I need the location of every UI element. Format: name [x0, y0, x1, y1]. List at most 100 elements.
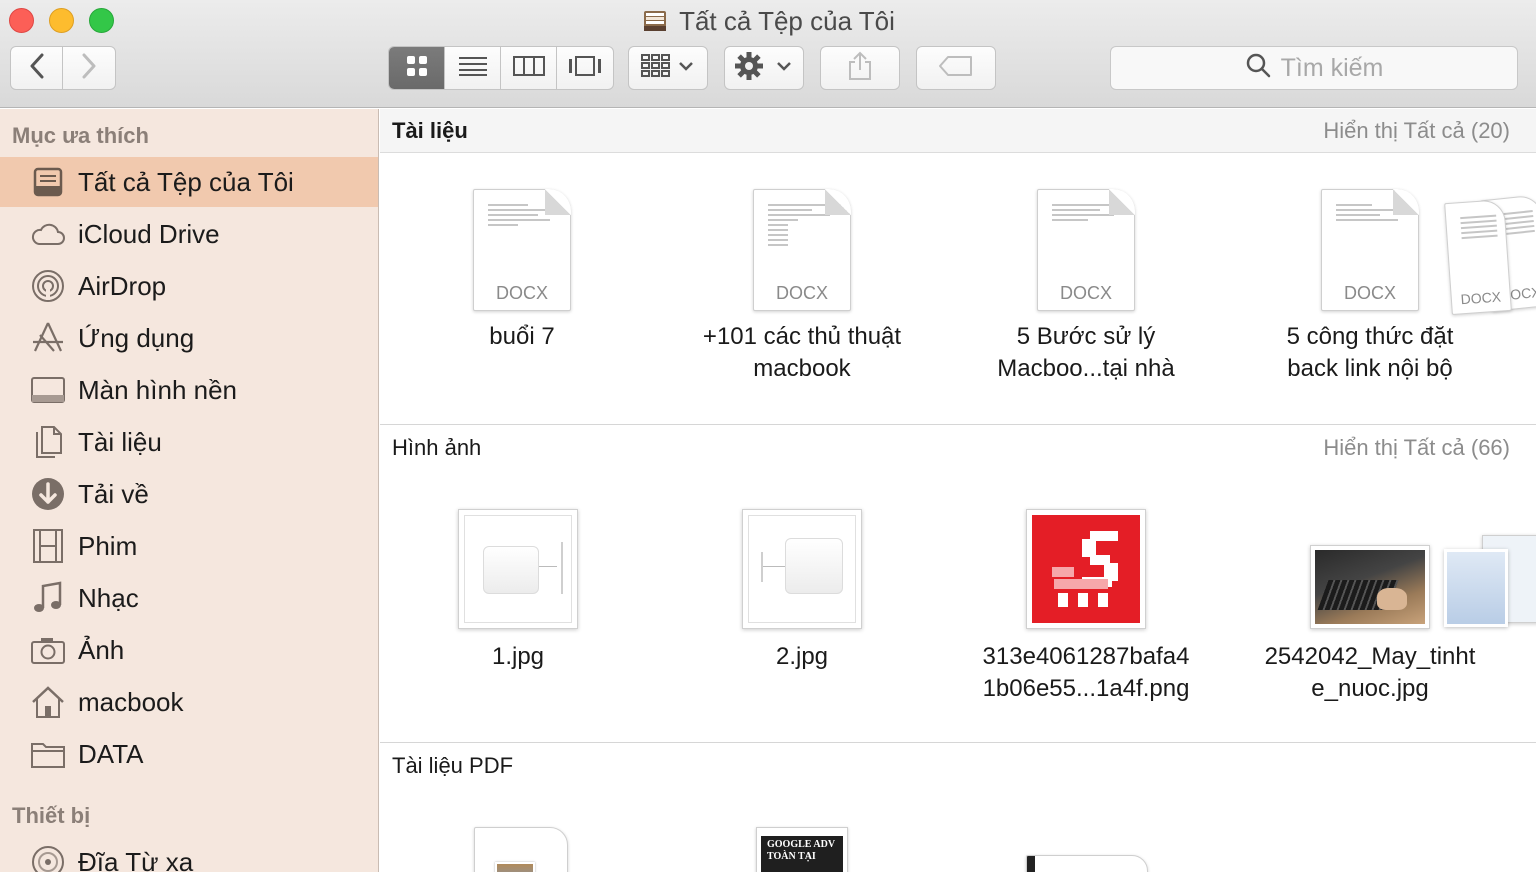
- sidebar-item-desktop[interactable]: Màn hình nền: [0, 365, 378, 415]
- airdrop-icon: [30, 268, 66, 304]
- image-thumbnail: [1026, 509, 1146, 629]
- list-view-button[interactable]: [445, 47, 501, 89]
- downloads-icon: [30, 476, 66, 512]
- file-name: +101 các thủ thuật macbook: [702, 323, 902, 382]
- file-name: 5 Bước sử lý Macboo...tại nhà: [997, 323, 1175, 382]
- file-name: 2.jpg: [775, 643, 829, 670]
- docx-file-icon: DOCX: [753, 189, 851, 311]
- sidebar-item-label: Đĩa Từ xa: [78, 846, 194, 872]
- group-title: Hình ảnh: [392, 435, 482, 460]
- file-item[interactable]: 1.jpg: [380, 509, 658, 673]
- group-header-documents: Tài liệu Hiển thị Tất cả (20): [380, 109, 1536, 153]
- sidebar-item-data[interactable]: DATA: [0, 729, 378, 779]
- titlebar: Tất cả Tệp của Tôi Tìm kiếm: [0, 0, 1536, 108]
- image-thumbnail: [1444, 549, 1508, 627]
- pdf-thumbnail: [1027, 856, 1035, 872]
- sidebar-item-photos[interactable]: Ảnh: [0, 625, 378, 675]
- gear-icon: [734, 51, 794, 86]
- all-my-files-icon: [30, 164, 66, 200]
- sidebar-item-label: macbook: [78, 686, 184, 717]
- tag-icon: [938, 55, 974, 82]
- arrange-button[interactable]: [628, 46, 708, 90]
- icon-view-icon: [405, 54, 429, 83]
- file-item[interactable]: DOCX 5 Bước sử lý Macboo...tại nhà: [946, 189, 1226, 385]
- sidebar-item-all-my-files[interactable]: Tất cả Tệp của Tôi: [0, 157, 378, 207]
- group-title: Tài liệu: [392, 117, 468, 143]
- sidebar-item-airdrop[interactable]: AirDrop: [0, 261, 378, 311]
- tags-button[interactable]: [916, 46, 996, 90]
- share-button[interactable]: [820, 46, 900, 90]
- remote-disc-icon: [30, 844, 66, 872]
- sidebar-item-icloud-drive[interactable]: iCloud Drive: [0, 209, 378, 259]
- window-title-text: Tất cả Tệp của Tôi: [679, 5, 895, 36]
- sidebar-item-label: Ứng dụng: [78, 322, 195, 353]
- folder-icon: [30, 736, 66, 772]
- sidebar-item-documents[interactable]: Tài liệu: [0, 417, 378, 467]
- pdf-thumbnail-text: GOOGLE ADV TOÀN TẠI: [761, 836, 843, 872]
- back-button[interactable]: [10, 46, 63, 90]
- share-icon: [847, 51, 873, 86]
- sidebar-item-label: iCloud Drive: [78, 218, 220, 249]
- sidebar-item-label: Tải về: [78, 478, 149, 509]
- sidebar: Mục ưa thích Tất cả Tệp của Tôi iCloud D…: [0, 109, 379, 872]
- image-thumbnail: [742, 509, 862, 629]
- all-my-files-icon: [641, 7, 669, 35]
- camera-icon: [30, 632, 66, 668]
- music-icon: [30, 580, 66, 616]
- icon-view-button[interactable]: [389, 47, 445, 89]
- show-all-link[interactable]: Hiển thị Tất cả (66): [1323, 435, 1510, 461]
- sidebar-item-label: Tất cả Tệp của Tôi: [78, 166, 294, 197]
- sidebar-item-label: Nhạc: [78, 582, 139, 613]
- group-divider: [380, 424, 1536, 425]
- group-divider: [380, 742, 1536, 743]
- sidebar-item-label: Màn hình nền: [78, 374, 238, 405]
- movies-icon: [30, 528, 66, 564]
- sidebar-item-movies[interactable]: Phim: [0, 521, 378, 571]
- devices-header: Thiết bị: [12, 803, 91, 828]
- file-item[interactable]: DOCX buổi 7: [382, 189, 662, 353]
- show-all-link[interactable]: Hiển thị Tất cả (20): [1323, 118, 1510, 144]
- view-mode-control: [388, 46, 614, 90]
- column-view-button[interactable]: [501, 47, 557, 89]
- search-field[interactable]: Tìm kiếm: [1110, 46, 1518, 90]
- docx-file-icon: DOCX: [1037, 189, 1135, 311]
- file-name: 5 công thức đặt back link nội bộ: [1286, 323, 1454, 382]
- forward-button[interactable]: [62, 46, 116, 90]
- sidebar-item-applications[interactable]: Ứng dụng: [0, 313, 378, 363]
- favorites-header: Mục ưa thích: [12, 123, 149, 148]
- file-item[interactable]: 313e4061287bafa4 1b06e55...1a4f.png: [946, 509, 1226, 705]
- cloud-icon: [30, 216, 66, 252]
- desktop-icon: [30, 372, 66, 408]
- column-view-icon: [512, 55, 545, 82]
- search-icon: [1245, 52, 1271, 85]
- chevron-left-icon: [28, 53, 46, 84]
- finder-window: Tất cả Tệp của Tôi Tìm kiếm Mục ưa thích…: [0, 0, 1536, 872]
- applications-icon: [30, 320, 66, 356]
- docx-file-icon: DOCX: [1321, 189, 1419, 311]
- pdf-file-item[interactable]: GOOGLE ADV TOÀN TẠI: [756, 827, 848, 872]
- home-icon: [30, 684, 66, 720]
- group-title: Tài liệu PDF: [392, 753, 514, 778]
- file-name: buổi 7: [489, 323, 555, 350]
- sidebar-item-label: DATA: [78, 738, 144, 769]
- file-name: 2542042_May_tinht e_nuoc.jpg: [1264, 643, 1476, 702]
- pdf-file-item[interactable]: [1026, 855, 1148, 872]
- file-name: 1.jpg: [491, 643, 545, 670]
- action-button[interactable]: [724, 46, 804, 90]
- sidebar-item-label: Ảnh: [78, 634, 125, 665]
- pdf-thumbnail: [495, 862, 535, 872]
- sidebar-item-music[interactable]: Nhạc: [0, 573, 378, 623]
- file-browser: Tài liệu Hiển thị Tất cả (20) DOCX buổi …: [380, 109, 1536, 872]
- sidebar-item-remote-disc[interactable]: Đĩa Từ xa: [0, 837, 378, 872]
- sidebar-item-macbook[interactable]: macbook: [0, 677, 378, 727]
- sidebar-item-downloads[interactable]: Tải về: [0, 469, 378, 519]
- more-images-stack[interactable]: [1442, 535, 1536, 635]
- file-item[interactable]: 2.jpg: [662, 509, 942, 673]
- group-header-images: Hình ảnh Hiển thị Tất cả (66): [380, 426, 1536, 470]
- cover-flow-view-button[interactable]: [557, 47, 613, 89]
- more-documents-stack[interactable]: DOCX DOCX: [1444, 194, 1536, 327]
- pdf-file-item[interactable]: [474, 827, 568, 872]
- list-view-icon: [458, 55, 488, 82]
- arrange-grid-icon: [640, 53, 696, 84]
- file-item[interactable]: DOCX +101 các thủ thuật macbook: [662, 189, 942, 385]
